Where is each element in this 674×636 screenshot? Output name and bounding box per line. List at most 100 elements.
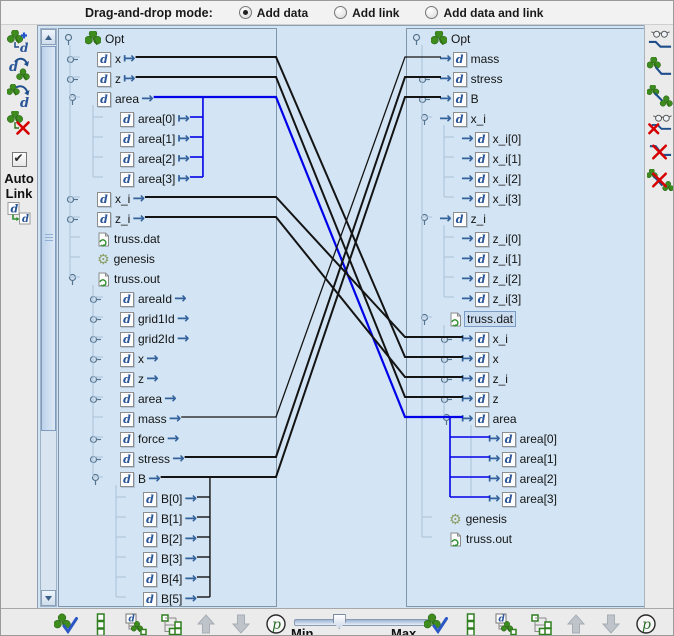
expand-handle[interactable] (86, 429, 104, 449)
right-tree-node-stress[interactable]: →dstress (407, 69, 644, 89)
expand-handle[interactable] (86, 309, 104, 329)
view-links-icon[interactable] (647, 28, 673, 52)
left-tree-node-area_1_[interactable]: darea[1]↦ (59, 129, 276, 149)
left-tree-node-truss.out[interactable]: truss.out (59, 269, 276, 289)
expand-handle[interactable] (63, 49, 81, 69)
scrollbar-thumb[interactable] (41, 46, 56, 431)
hide-links-icon[interactable] (647, 112, 673, 136)
expand-handle[interactable] (86, 389, 104, 409)
expand-handle[interactable] (63, 189, 81, 209)
slider-thumb[interactable] (333, 614, 346, 629)
left-tree-node-genesis[interactable]: ⚙genesis (59, 249, 276, 269)
right-tree-node-x_i_1_[interactable]: →dx_i[1] (407, 149, 644, 169)
left-tree-node-area[interactable]: darea→ (59, 89, 276, 109)
right-tree-node-x[interactable]: ↦dx (407, 349, 644, 369)
slider-track[interactable] (294, 619, 434, 626)
left-tree-node-areaId[interactable]: dareaId→ (59, 289, 276, 309)
link-selected-icon[interactable] (647, 56, 673, 80)
link-all-icon[interactable] (647, 84, 673, 108)
create-data-link-icon[interactable]: dd (6, 201, 32, 225)
hierarchy-view-icon[interactable] (528, 612, 554, 636)
expand-handle[interactable] (86, 289, 104, 309)
link-data-to-model-icon[interactable]: d (6, 57, 32, 81)
expand-handle[interactable] (86, 329, 104, 349)
expand-handle[interactable] (63, 89, 81, 109)
right-tree-node-area[interactable]: ↦darea (407, 409, 644, 429)
right-tree-node-truss.dat[interactable]: truss.dat (407, 309, 644, 329)
left-tree-scrollbar[interactable] (40, 28, 57, 607)
expand-handle[interactable] (63, 269, 81, 289)
hierarchy-view-icon[interactable] (158, 612, 184, 636)
data-tree-icon[interactable]: d (123, 612, 149, 636)
right-tree-node-z_i[interactable]: →dz_i (407, 209, 644, 229)
left-tree-node-Opt[interactable]: Opt (59, 29, 276, 49)
radio-icon[interactable] (239, 6, 252, 19)
left-tree-node-x[interactable]: dx↦ (59, 49, 276, 69)
right-tree-node-x_i_0_[interactable]: →dx_i[0] (407, 129, 644, 149)
right-tree-node-z_i_1_[interactable]: →dz_i[1] (407, 249, 644, 269)
left-tree-node-B_0_[interactable]: dB[0]→ (59, 489, 276, 509)
left-tree-node-z[interactable]: dz→ (59, 369, 276, 389)
expand-handle[interactable] (63, 209, 81, 229)
right-tree-node-genesis[interactable]: ⚙genesis (407, 509, 644, 529)
left-tree-node-z[interactable]: dz↦ (59, 69, 276, 89)
right-tree-node-area_2_[interactable]: ↦darea[2] (407, 469, 644, 489)
expand-handle[interactable] (415, 309, 433, 329)
left-tree-node-x_i[interactable]: dx_i→ (59, 189, 276, 209)
expand-handle[interactable] (437, 409, 455, 429)
add-data-icon[interactable]: d (6, 30, 32, 54)
left-tree-node-B[interactable]: dB→ (59, 469, 276, 489)
right-tree-node-B[interactable]: →dB (407, 89, 644, 109)
right-tree-node-Opt[interactable]: Opt (407, 29, 644, 49)
left-tree-node-area_2_[interactable]: darea[2]↦ (59, 149, 276, 169)
parameter-icon[interactable]: p (263, 612, 289, 636)
expand-handle[interactable] (86, 449, 104, 469)
right-tree-node-z[interactable]: ↦dz (407, 389, 644, 409)
left-tree-node-stress[interactable]: dstress→ (59, 449, 276, 469)
left-tree-node-grid2Id[interactable]: dgrid2Id→ (59, 329, 276, 349)
left-tree-node-mass[interactable]: dmass→ (59, 409, 276, 429)
left-tree-node-B_5_[interactable]: dB[5]→ (59, 589, 276, 607)
expand-handle[interactable] (63, 69, 81, 89)
mode-option-add-link[interactable]: Add link (334, 6, 399, 20)
expand-handle[interactable] (59, 29, 77, 49)
left-tree-node-truss.dat[interactable]: truss.dat (59, 229, 276, 249)
expand-handle[interactable] (437, 329, 455, 349)
left-tree-node-z_i[interactable]: dz_i→ (59, 209, 276, 229)
mode-option-add-data[interactable]: Add data (239, 6, 308, 20)
parameter-icon[interactable]: p (633, 612, 659, 636)
expand-handle[interactable] (437, 389, 455, 409)
right-tree-node-x_i_2_[interactable]: →dx_i[2] (407, 169, 644, 189)
expand-handle[interactable] (415, 69, 433, 89)
right-tree-node-z_i_0_[interactable]: →dz_i[0] (407, 229, 644, 249)
validate-icon[interactable] (423, 612, 449, 636)
expand-handle[interactable] (437, 349, 455, 369)
left-tree-node-area[interactable]: darea→ (59, 389, 276, 409)
left-tree-node-B_3_[interactable]: dB[3]→ (59, 549, 276, 569)
expand-handle[interactable] (407, 29, 425, 49)
right-tree-node-area_3_[interactable]: ↦darea[3] (407, 489, 644, 509)
expand-handle[interactable] (86, 369, 104, 389)
right-tree-node-x_i[interactable]: ↦dx_i (407, 329, 644, 349)
right-tree-node-x_i[interactable]: →dx_i (407, 109, 644, 129)
expand-handle[interactable] (437, 369, 455, 389)
left-tree-node-area_0_[interactable]: darea[0]↦ (59, 109, 276, 129)
right-tree-node-area_1_[interactable]: ↦darea[1] (407, 449, 644, 469)
left-tree-node-B_1_[interactable]: dB[1]→ (59, 509, 276, 529)
right-tree-node-z_i_2_[interactable]: →dz_i[2] (407, 269, 644, 289)
delete-all-links-icon[interactable] (647, 168, 673, 192)
delete-link-icon[interactable] (647, 140, 673, 164)
scroll-down-button[interactable] (41, 590, 56, 606)
remove-data-icon[interactable] (6, 111, 32, 135)
left-tree-node-force[interactable]: dforce→ (59, 429, 276, 449)
move-down-icon[interactable] (598, 612, 624, 636)
data-tree-icon[interactable]: d (493, 612, 519, 636)
left-tree-node-area_3_[interactable]: darea[3]↦ (59, 169, 276, 189)
left-tree-node-B_4_[interactable]: dB[4]→ (59, 569, 276, 589)
right-tree-node-truss.out[interactable]: truss.out (407, 529, 644, 549)
mode-option-add-data-and-link[interactable]: Add data and link (425, 6, 543, 20)
list-view-icon[interactable] (458, 612, 484, 636)
right-tree-node-z_i_3_[interactable]: →dz_i[3] (407, 289, 644, 309)
expand-handle[interactable] (415, 89, 433, 109)
scroll-up-button[interactable] (41, 29, 56, 45)
